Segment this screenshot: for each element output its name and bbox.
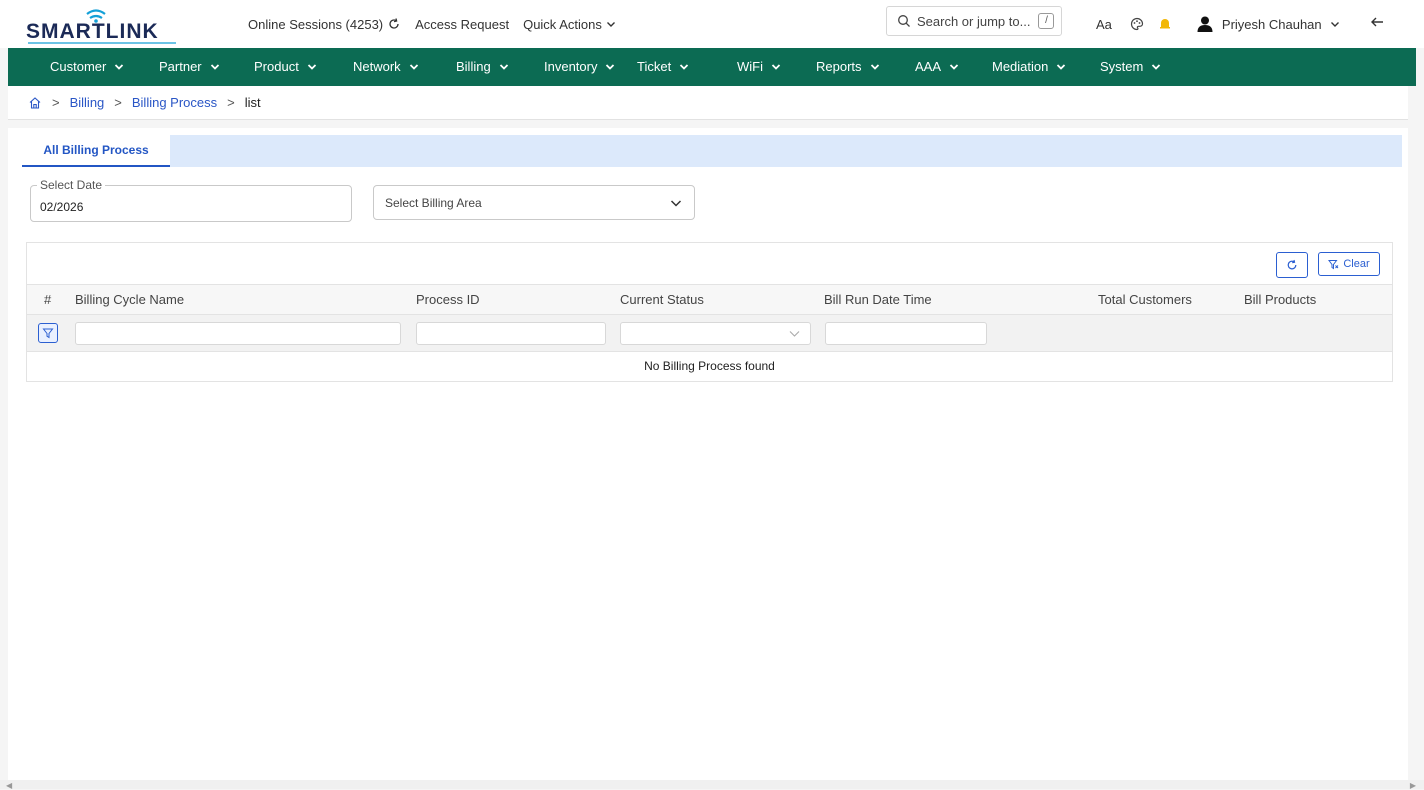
chevron-down-icon [210, 63, 219, 70]
chevron-down-icon [606, 63, 615, 70]
column-header-total-customers[interactable]: Total Customers [1098, 292, 1192, 307]
main-panel: All Billing Process Select Date 02/2026 … [8, 128, 1408, 780]
search-placeholder: Search or jump to... [917, 13, 1031, 29]
breadcrumb-current: list [244, 95, 261, 110]
table-header: # Billing Cycle Name Process ID Current … [27, 284, 1392, 315]
nav-wifi[interactable]: WiFi [737, 59, 781, 74]
billing-cycle-name-filter[interactable] [75, 322, 401, 345]
nav-system[interactable]: System [1100, 59, 1161, 74]
clear-filters-button[interactable]: Clear [1318, 252, 1380, 276]
tab-all-billing-process[interactable]: All Billing Process [22, 135, 170, 167]
chevron-down-icon [1057, 63, 1066, 70]
search-shortcut: / [1038, 13, 1055, 29]
online-sessions[interactable]: Online Sessions (4253) [248, 17, 401, 32]
user-icon [1197, 16, 1213, 32]
refresh-icon[interactable] [387, 17, 401, 31]
chevron-down-icon [1330, 22, 1339, 27]
home-icon[interactable] [28, 96, 42, 110]
search-icon [898, 15, 910, 27]
top-header: SMARTLINK Online Sessions (4253) Access … [0, 0, 1424, 48]
chevron-down-icon [606, 22, 615, 27]
column-header-billing-cycle-name[interactable]: Billing Cycle Name [75, 292, 184, 307]
column-header-bill-run-date-time[interactable]: Bill Run Date Time [824, 292, 932, 307]
billing-area-placeholder: Select Billing Area [385, 195, 482, 210]
nav-ticket[interactable]: Ticket [637, 59, 689, 74]
nav-partner[interactable]: Partner [159, 59, 220, 74]
column-header-bill-products[interactable]: Bill Products [1244, 292, 1316, 307]
chevron-down-icon [409, 63, 418, 70]
bill-run-date-filter[interactable] [825, 322, 987, 345]
billing-area-select[interactable]: Select Billing Area [373, 185, 695, 220]
filter-row [27, 314, 1392, 351]
back-arrow-icon[interactable] [1369, 14, 1385, 30]
bell-icon[interactable] [1158, 17, 1172, 31]
chevron-down-icon [499, 63, 508, 70]
filter-icon [42, 328, 54, 339]
breadcrumb-separator: > [114, 95, 122, 110]
nav-reports[interactable]: Reports [816, 59, 880, 74]
main-nav: Customer Partner Product Network Billing… [8, 48, 1416, 86]
chevron-down-icon [771, 63, 781, 70]
nav-inventory[interactable]: Inventory [544, 59, 615, 74]
select-date-field[interactable]: Select Date 02/2026 [30, 178, 352, 222]
refresh-button[interactable] [1276, 252, 1308, 278]
palette-icon[interactable] [1130, 17, 1144, 31]
breadcrumb-billing-process[interactable]: Billing Process [132, 95, 217, 110]
process-id-filter[interactable] [416, 322, 606, 345]
column-header-current-status[interactable]: Current Status [620, 292, 704, 307]
quick-actions-menu[interactable]: Quick Actions [523, 17, 616, 32]
access-request-link[interactable]: Access Request [415, 17, 509, 32]
current-status-filter[interactable] [620, 322, 811, 345]
smartlink-logo[interactable]: SMARTLINK [26, 4, 186, 46]
user-name: Priyesh Chauhan [1221, 16, 1322, 32]
select-date-value: 02/2026 [40, 200, 84, 214]
clear-label: Clear [1343, 258, 1370, 270]
font-size-toggle[interactable]: Aa [1096, 17, 1112, 32]
chevron-down-icon [870, 63, 879, 70]
billing-process-grid: Clear # Billing Cycle Name Process ID Cu… [26, 242, 1393, 382]
filter-clear-icon [1328, 259, 1339, 269]
empty-message: No Billing Process found [27, 351, 1392, 380]
nav-mediation[interactable]: Mediation [992, 59, 1066, 74]
nav-network[interactable]: Network [353, 59, 419, 74]
breadcrumb-billing[interactable]: Billing [70, 95, 105, 110]
nav-billing[interactable]: Billing [456, 59, 509, 74]
search-box[interactable]: Search or jump to... / [886, 6, 1062, 36]
horizontal-scrollbar[interactable]: ◀ ▶ [0, 780, 1424, 790]
breadcrumb-separator: > [52, 95, 60, 110]
breadcrumb-separator: > [227, 95, 235, 110]
filter-toggle-button[interactable] [38, 323, 58, 343]
chevron-down-icon [1152, 63, 1161, 70]
top-right-tools: Aa Priyesh Chauhan [1096, 0, 1340, 48]
chevron-down-icon [680, 63, 689, 70]
top-links: Online Sessions (4253) Access Request Qu… [248, 0, 616, 48]
chevron-down-icon [115, 63, 124, 70]
nav-aaa[interactable]: AAA [915, 59, 959, 74]
chevron-down-icon [789, 331, 800, 337]
chevron-down-icon [949, 63, 959, 70]
breadcrumb: > Billing > Billing Process > list [8, 86, 1408, 120]
nav-product[interactable]: Product [254, 59, 317, 74]
logo-text: SMARTLINK [26, 20, 159, 43]
nav-customer[interactable]: Customer [50, 59, 124, 74]
select-date-label: Select Date [37, 178, 106, 192]
refresh-icon [1287, 259, 1297, 270]
chevron-down-icon [307, 63, 316, 70]
tab-bar: All Billing Process [22, 135, 1402, 167]
chevron-down-icon [670, 200, 682, 207]
column-header-index: # [44, 292, 52, 307]
column-header-process-id[interactable]: Process ID [416, 292, 480, 307]
user-menu[interactable]: Priyesh Chauhan [1196, 15, 1340, 33]
